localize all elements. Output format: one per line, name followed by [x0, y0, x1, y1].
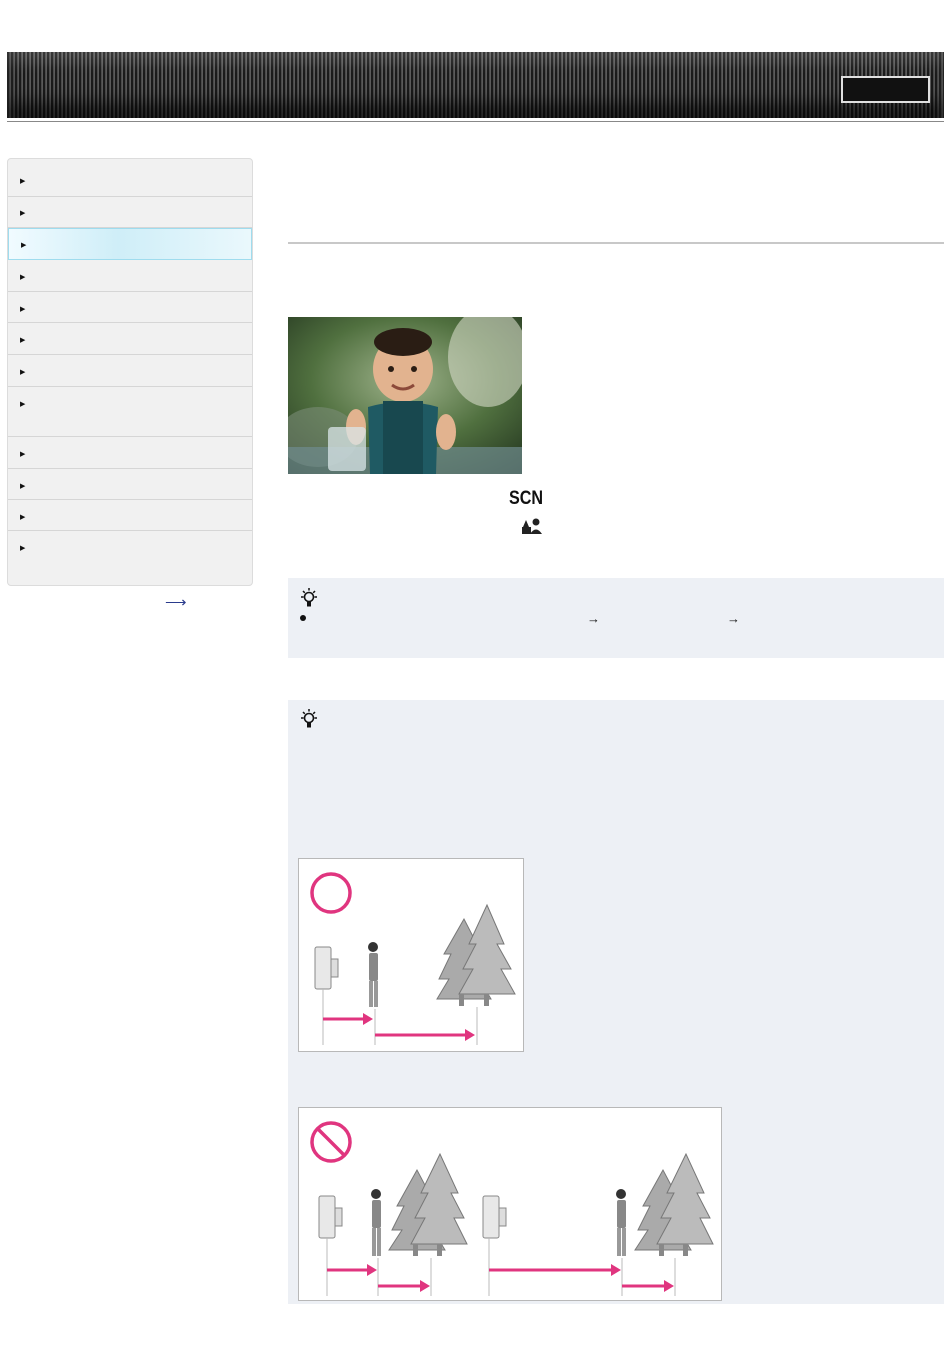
triangle-right-icon: ▶ [21, 242, 27, 249]
sidebar-item-12[interactable]: ▶ [8, 531, 252, 585]
sidebar-item-8[interactable]: ▶ [8, 387, 252, 437]
soft-snap-icon [521, 517, 543, 540]
header-button[interactable] [841, 76, 930, 103]
right-arrow-icon[interactable]: ⟶ [165, 593, 187, 611]
triangle-right-icon: ▶ [20, 514, 26, 521]
right-arrow-icon: → [587, 611, 600, 626]
bad-distance-diagram [298, 1107, 722, 1301]
triangle-right-icon: ▶ [20, 306, 26, 313]
sidebar: ▶ ▶ ▶ ▶ ▶ ▶ ▶ ▶ ▶ ▶ ▶ ▶ [7, 158, 253, 586]
sidebar-item-2[interactable]: ▶ [8, 197, 252, 228]
triangle-right-icon: ▶ [20, 451, 26, 458]
triangle-right-icon: ▶ [20, 210, 26, 217]
triangle-right-icon: ▶ [20, 337, 26, 344]
lightbulb-icon [299, 587, 319, 614]
sidebar-item-1[interactable]: ▶ [8, 159, 252, 197]
lightbulb-icon [299, 708, 319, 735]
hint-box [288, 578, 944, 658]
sidebar-item-4[interactable]: ▶ [8, 260, 252, 292]
triangle-right-icon: ▶ [20, 401, 26, 408]
header-banner [7, 52, 944, 118]
right-arrow-icon: → [727, 611, 740, 626]
sample-photo-child [288, 317, 522, 474]
sidebar-item-7[interactable]: ▶ [8, 355, 252, 387]
sidebar-item-6[interactable]: ▶ [8, 323, 252, 355]
good-distance-diagram [298, 858, 524, 1052]
triangle-right-icon: ▶ [20, 274, 26, 281]
triangle-right-icon: ▶ [20, 369, 26, 376]
sidebar-item-5[interactable]: ▶ [8, 292, 252, 323]
title-divider [288, 242, 944, 244]
sidebar-item-9[interactable]: ▶ [8, 437, 252, 469]
scene-mode-label: SCN [509, 488, 544, 509]
header-divider [7, 121, 944, 122]
sidebar-item-11[interactable]: ▶ [8, 500, 252, 531]
bullet-dot [300, 615, 306, 621]
triangle-right-icon: ▶ [20, 483, 26, 490]
triangle-right-icon: ▶ [20, 545, 26, 552]
sidebar-item-3-active[interactable]: ▶ [8, 228, 252, 260]
circle-ok-icon [310, 872, 352, 914]
triangle-right-icon: ▶ [20, 178, 26, 185]
sidebar-item-10[interactable]: ▶ [8, 469, 252, 500]
